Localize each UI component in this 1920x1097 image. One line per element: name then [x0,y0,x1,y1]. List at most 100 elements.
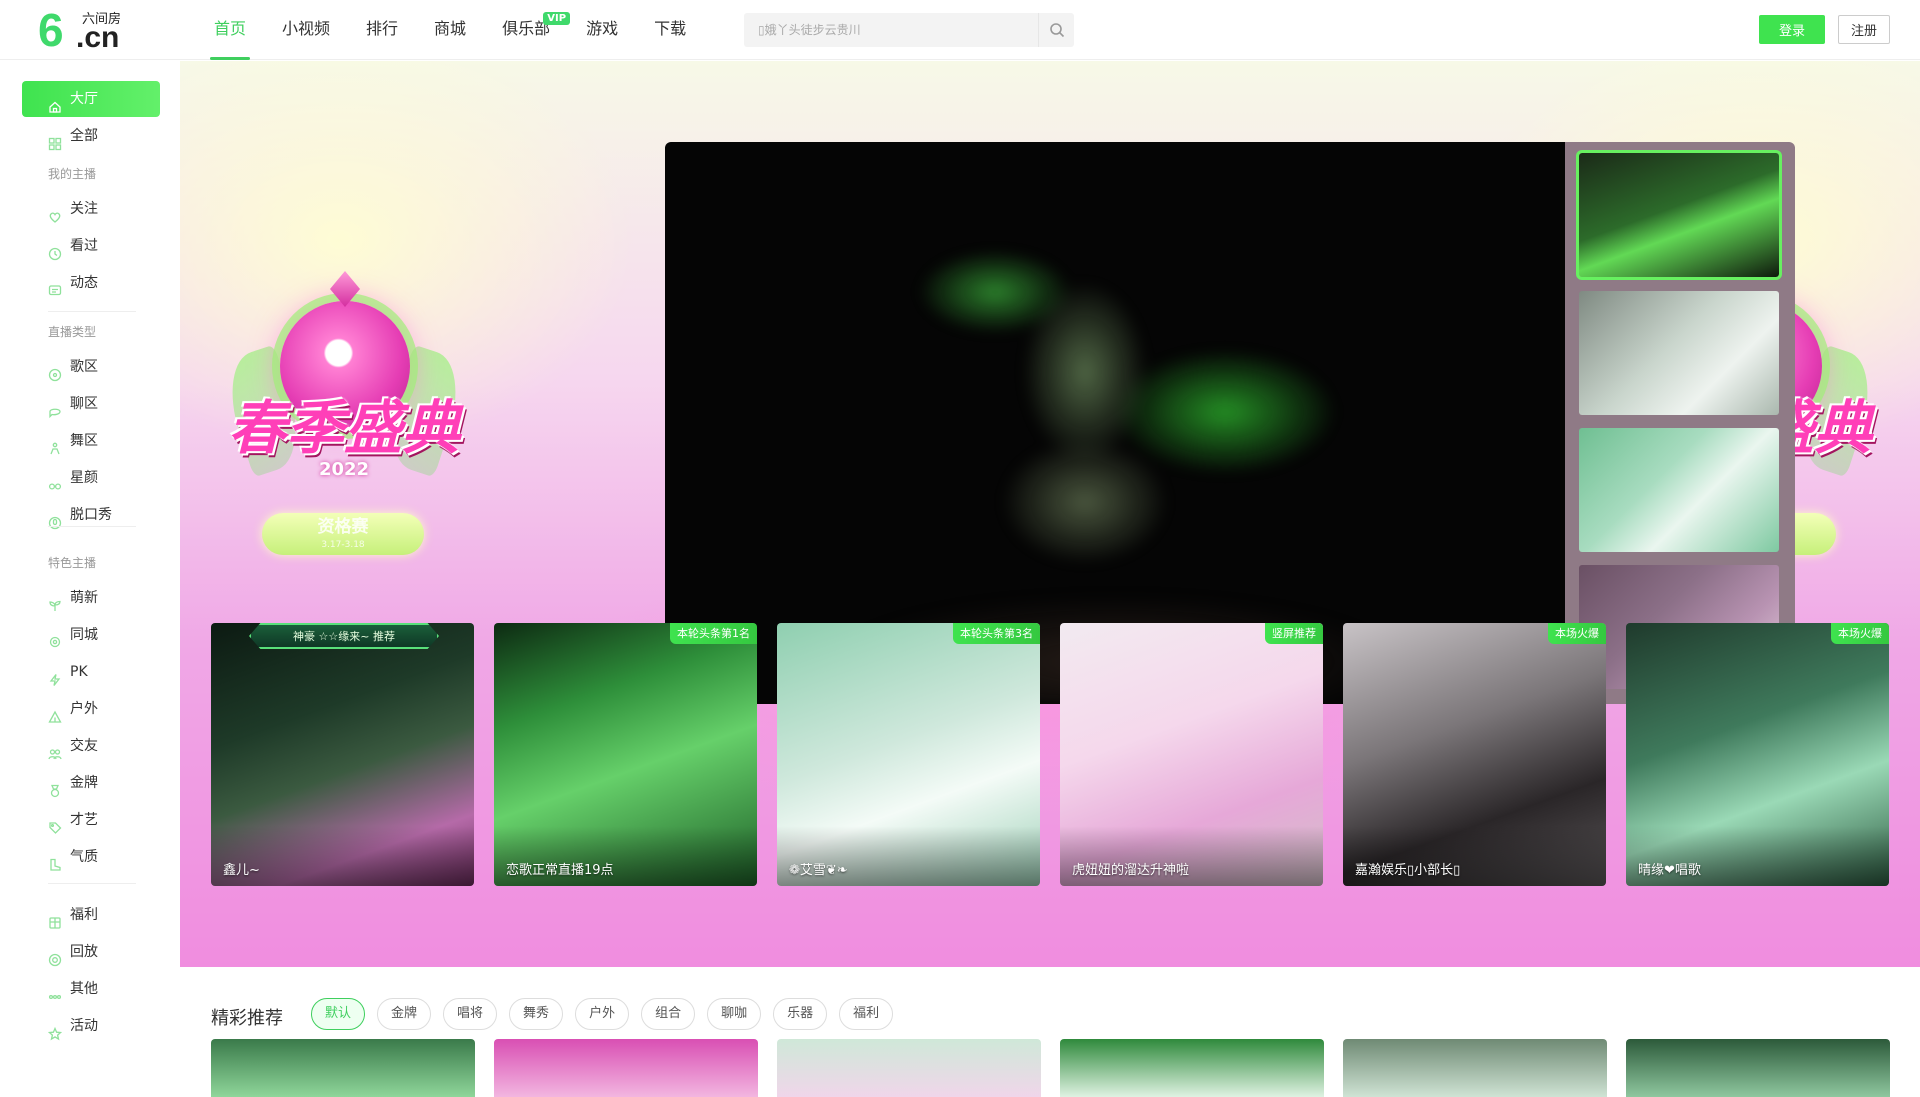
logo-cn: .cn [76,21,120,54]
hot-anchor-card[interactable]: 本场火爆 嘉瀚娱乐▯小部长▯ [1343,623,1606,886]
clock-icon [48,239,62,261]
sidebar: 大厅 全部 我的主播 关注 看过 动态 直播类型 歌区 聊区 舞区 星颜 脱口秀 特色主播 萌新 同城 PK 户… [0,61,180,1097]
festival-pill-label: 资格赛 [317,517,369,537]
filter-chip[interactable]: 金牌 [377,998,432,1030]
festival-logo-left[interactable]: 春季盛典 2022 资格赛 3.17-3.18 [204,291,484,581]
heart-icon [48,202,62,223]
sidebar-group-title: 特色主播 [48,556,97,570]
nav-download[interactable]: 下载 [636,0,704,60]
recommend-card[interactable] [211,1039,475,1097]
hot-anchor-card[interactable]: 竖屏推荐 虎妞妞的溜达升神啦 [1060,623,1323,886]
sidebar-item-label: 聊区 [70,396,98,412]
hot-anchor-card[interactable]: 本轮头条第3名 ❁艾雪❦❧ [777,623,1040,886]
search-button[interactable] [1038,13,1074,47]
glasses-icon [48,471,62,490]
sidebar-item-home[interactable]: 大厅 [22,81,160,117]
sidebar-item-clock[interactable]: 看过 [22,228,160,264]
featured-thumbnail[interactable] [1579,291,1779,415]
nav-download-label: 下载 [654,19,687,38]
sidebar-item-chat[interactable]: 聊区 [22,386,160,422]
sidebar-item-heart[interactable]: 关注 [22,191,160,227]
sidebar-item-sprout[interactable]: 萌新 [22,580,160,616]
filter-chip[interactable]: 组合 [641,998,696,1030]
sidebar-item-label: 看过 [70,238,98,254]
sidebar-item-music[interactable]: 歌区 [22,349,160,385]
register-button[interactable]: 注册 [1838,15,1890,44]
sidebar-item-star[interactable]: 活动 [22,1008,160,1044]
filter-chip[interactable]: 福利 [839,998,894,1030]
sidebar-item-message[interactable]: 动态 [22,265,160,301]
sidebar-item-label: 才艺 [70,812,98,828]
sidebar-item-glasses[interactable]: 星颜 [22,460,160,496]
search-box [744,13,1074,47]
sidebar-item-label: 全部 [70,128,98,144]
tent-icon [48,702,62,723]
recommend-card[interactable] [1626,1039,1890,1097]
filter-chip[interactable]: 唱将 [443,998,498,1030]
sidebar-item-medal[interactable]: 金牌 [22,765,160,801]
nav-mall-label: 商城 [434,19,467,38]
nav-mall[interactable]: 商城 [416,0,484,60]
home-icon [48,92,62,113]
nav-club[interactable]: 俱乐部 VIP [484,0,571,60]
featured-thumbnail[interactable] [1579,428,1779,552]
nav-home[interactable]: 首页 [196,0,264,60]
recommend-card[interactable] [1060,1039,1324,1097]
sidebar-item-dance[interactable]: 舞区 [22,423,160,459]
sidebar-item-tag[interactable]: 才艺 [22,802,160,838]
hot-anchor-card[interactable]: 本场火爆 晴缘❤唱歌 [1626,623,1889,886]
filter-chip[interactable]: 乐器 [773,998,828,1030]
recommend-card[interactable] [1343,1039,1607,1097]
festival-pill-date: 3.17-3.18 [321,540,365,550]
sidebar-item-label: 同城 [70,627,98,643]
sidebar-divider [48,311,136,312]
sidebar-item-dots[interactable]: 其他 [22,971,160,1007]
rank-tag: 竖屏推荐 [1265,623,1323,644]
sidebar-group-title: 直播类型 [48,325,97,339]
sprout-icon [48,591,62,611]
sidebar-item-grid[interactable]: 全部 [22,118,160,154]
recommend-card[interactable] [494,1039,758,1097]
sidebar-item-boot[interactable]: 气质 [22,839,160,875]
hot-anchor-card[interactable]: 神豪 ☆☆缘来~ 推荐 鑫儿~ [211,623,474,886]
sidebar-item-gift[interactable]: 福利 [22,897,160,933]
recommend-card[interactable] [777,1039,1041,1097]
sidebar-item-label: 大厅 [70,91,98,107]
gift-icon [48,908,62,929]
sidebar-item-bolt[interactable]: PK [22,654,160,690]
filter-chip[interactable]: 户外 [575,998,630,1030]
featured-thumbnail[interactable] [1576,150,1782,280]
sidebar-item-location[interactable]: 同城 [22,617,160,653]
festival-pill: 资格赛 3.17-3.18 [262,513,424,555]
sidebar-item-label: 歌区 [70,359,98,375]
sidebar-item-label: 萌新 [70,590,98,606]
nav-games[interactable]: 游戏 [568,0,636,60]
top-header: 6 六间房 .cn 首页 小视频 排行 商城 俱乐部VIP 游戏 下载 登录 注… [0,0,1920,60]
sidebar-item-tent[interactable]: 户外 [22,691,160,727]
friends-icon [48,739,62,760]
dots-icon [48,982,62,1000]
sidebar-item-mic[interactable]: 脱口秀 [22,497,160,533]
nav-games-label: 游戏 [586,19,619,38]
rank-tag: 本轮头条第3名 [953,623,1040,644]
rank-tag: 本场火爆 [1831,623,1889,644]
nav-ranking[interactable]: 排行 [348,0,416,60]
login-button[interactable]: 登录 [1759,15,1825,44]
sidebar-divider [48,883,136,884]
star-icon [47,1019,63,1041]
search-input[interactable] [744,13,1039,47]
sidebar-item-label: 脱口秀 [70,507,112,523]
sidebar-item-friends[interactable]: 交友 [22,728,160,764]
filter-chip[interactable]: 默认 [311,998,366,1030]
live-video-player[interactable] [665,142,1565,704]
recommend-filters: 默认 金牌 唱将 舞秀 户外 组合 聊咖 乐器 福利 [311,998,905,1030]
hot-anchor-card[interactable]: 本轮头条第1名 恋歌正常直播19点 [494,623,757,886]
filter-chip[interactable]: 聊咖 [707,998,762,1030]
sidebar-item-replay[interactable]: 回放 [22,934,160,970]
music-icon [48,360,62,382]
site-logo[interactable]: 6 六间房 .cn [38,6,138,54]
nav-short-video[interactable]: 小视频 [264,0,348,60]
chat-icon [48,397,62,419]
festival-title: 春季盛典 [227,394,460,462]
filter-chip[interactable]: 舞秀 [509,998,564,1030]
